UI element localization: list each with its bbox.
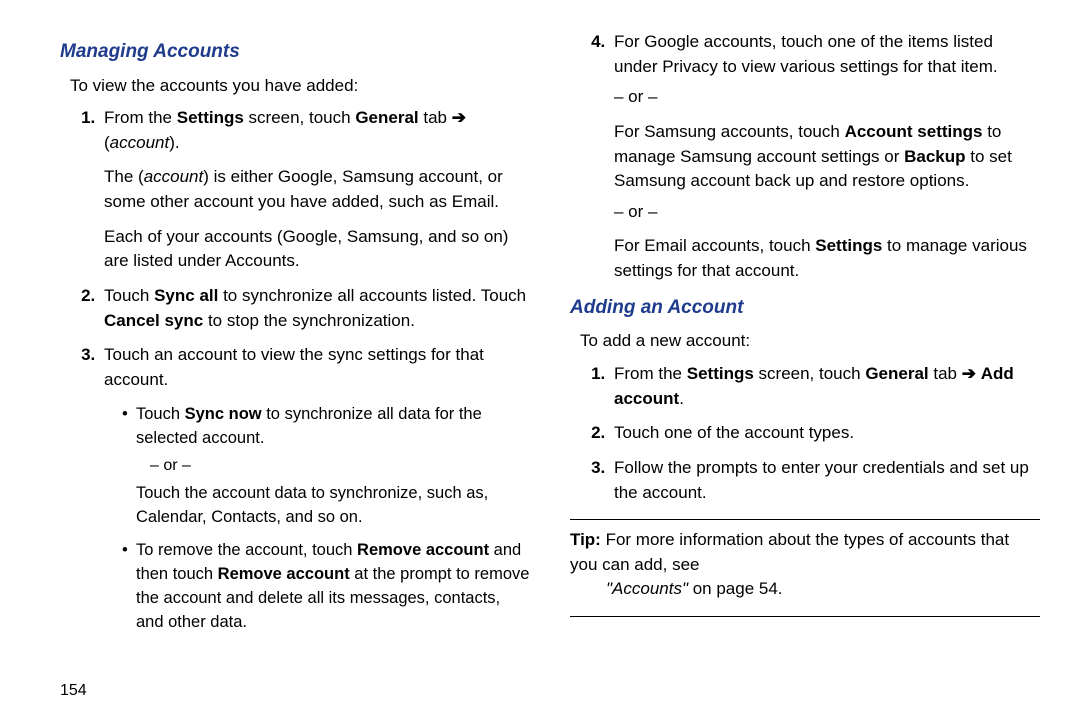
bold-sync-now: Sync now [185,405,262,423]
page-number: 154 [60,682,87,700]
add-step-2: Touch one of the account types. [610,421,1040,446]
or-divider: – or – [614,200,1040,225]
bold-remove-account: Remove account [357,541,489,559]
arrow-icon: ➔ [962,364,976,383]
bold-settings: Settings [815,236,882,255]
txt: Touch [104,286,154,305]
adding-steps: From the Settings screen, touch General … [570,362,1040,505]
bullet-remove-account: To remove the account, touch Remove acco… [122,539,530,635]
intro-text-2: To add a new account: [580,329,1040,354]
left-column: Managing Accounts To view the accounts y… [60,30,530,700]
txt: to stop the synchronization. [203,311,415,330]
txt: To remove the account, touch [136,541,357,559]
bold-cancel-sync: Cancel sync [104,311,203,330]
italic-account: account [110,133,170,152]
bold-settings: Settings [177,108,244,127]
bullet-sync-now: Touch Sync now to synchronize all data f… [122,403,530,530]
bold-remove-account: Remove account [218,565,350,583]
txt: Touch an account to view the sync settin… [104,345,484,389]
txt: The ( [104,167,144,186]
bold-account-settings: Account settings [845,122,983,141]
separator-line [570,519,1040,520]
heading-managing-accounts: Managing Accounts [60,38,530,66]
step-1: From the Settings screen, touch General … [100,106,530,274]
txt: From the [614,364,687,383]
managing-steps-cont: For Google accounts, touch one of the it… [570,30,1040,284]
bold-general: General [865,364,928,383]
email-line: For Email accounts, touch Settings to ma… [614,234,1040,283]
bullet-sync-data: Touch the account data to synchronize, s… [136,482,530,530]
manual-page: Managing Accounts To view the accounts y… [0,0,1080,720]
txt: screen, touch [754,364,866,383]
tip-label: Tip: [570,530,601,549]
bold-sync-all: Sync all [154,286,218,305]
txt: Touch [136,405,185,423]
txt: ). [169,133,179,152]
right-column: For Google accounts, touch one of the it… [570,30,1040,700]
txt: tab [929,364,962,383]
step-1-explain-1: The (account) is either Google, Samsung … [104,165,530,214]
bold-settings: Settings [687,364,754,383]
bold-backup: Backup [904,147,965,166]
intro-text: To view the accounts you have added: [70,74,530,99]
txt: . [679,389,684,408]
txt: on page 54. [688,579,783,598]
bold-general: General [355,108,418,127]
italic-accounts-ref: "Accounts" [606,579,688,598]
txt: For more information about the types of … [570,530,1009,574]
txt: For Samsung accounts, touch [614,122,845,141]
tip-block: Tip: For more information about the type… [570,528,1040,602]
or-divider: – or – [614,85,1040,110]
step-4: For Google accounts, touch one of the it… [610,30,1040,284]
add-step-3: Follow the prompts to enter your credent… [610,456,1040,505]
step-3-bullets: Touch Sync now to synchronize all data f… [104,403,530,636]
managing-steps: From the Settings screen, touch General … [60,106,530,635]
txt: tab [419,108,452,127]
txt: From the [104,108,177,127]
txt: For Email accounts, touch [614,236,815,255]
separator-line [570,616,1040,617]
step-3: Touch an account to view the sync settin… [100,343,530,635]
samsung-line: For Samsung accounts, touch Account sett… [614,120,1040,194]
italic-account: account [144,167,204,186]
add-step-1: From the Settings screen, touch General … [610,362,1040,411]
txt: For Google accounts, touch one of the it… [614,32,998,76]
step-1-line: From the Settings screen, touch General … [104,108,466,152]
txt: to synchronize all accounts listed. Touc… [218,286,526,305]
or-divider: – or – [136,454,530,477]
step-1-explain-2: Each of your accounts (Google, Samsung, … [104,225,530,274]
txt: screen, touch [244,108,356,127]
step-2: Touch Sync all to synchronize all accoun… [100,284,530,333]
arrow-icon: ➔ [452,108,466,127]
heading-adding-account: Adding an Account [570,294,1040,322]
